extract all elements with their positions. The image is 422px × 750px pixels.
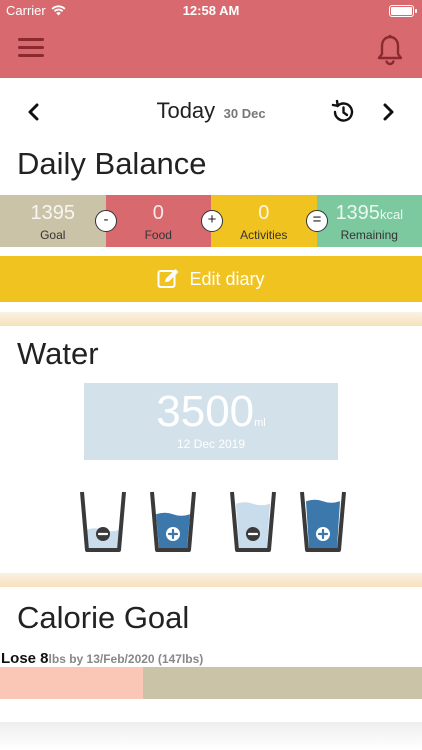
- date-today: Today: [156, 98, 216, 123]
- remaining-label: Remaining: [340, 228, 398, 242]
- status-time: 12:58 AM: [182, 3, 240, 18]
- balance-goal[interactable]: 1395 Goal: [0, 195, 106, 247]
- water-amount: 3500ml: [84, 387, 338, 437]
- section-divider: [0, 573, 422, 587]
- balance-activities[interactable]: 0 Activities: [211, 195, 317, 247]
- balance-row: 1395 Goal 0 Food 0 Activities 1395kcal R…: [0, 195, 422, 247]
- activities-value: 0: [258, 202, 270, 224]
- goal-progress-fill: [0, 667, 144, 699]
- plus-operator-icon: +: [201, 210, 223, 232]
- goal-value: 1395: [30, 202, 76, 224]
- water-unit: ml: [254, 417, 266, 429]
- date-label: Today 30 Dec: [0, 98, 422, 124]
- hamburger-menu-icon[interactable]: [18, 38, 44, 62]
- section-divider: [0, 312, 422, 326]
- balance-food[interactable]: 0 Food: [105, 195, 211, 247]
- goal-summary: Lose 8lbs by 13/Feb/2020 (147lbs): [1, 650, 203, 667]
- water-date: 12 Dec 2019: [176, 437, 246, 451]
- food-value: 0: [152, 202, 164, 224]
- water-display: 3500ml 12 Dec 2019: [84, 383, 338, 460]
- goal-lose-amount: Lose 8: [1, 650, 49, 667]
- goal-progress-bar: [0, 667, 422, 699]
- calorie-goal-title: Calorie Goal: [17, 600, 190, 635]
- goal-label: Goal: [40, 228, 66, 242]
- battery-icon: [389, 5, 417, 17]
- minus-operator-icon: -: [95, 210, 117, 232]
- chevron-right-icon[interactable]: [374, 98, 402, 126]
- water-amount-value: 3500: [156, 387, 255, 436]
- app-header: [0, 22, 422, 78]
- remaining-unit: kcal: [379, 207, 404, 222]
- food-label: Food: [144, 228, 172, 242]
- edit-icon: [157, 269, 179, 288]
- status-bar: Carrier 12:58 AM: [0, 0, 422, 22]
- remaining-number: 1395: [335, 202, 380, 224]
- water-glass-3[interactable]: [228, 490, 278, 553]
- bottom-shadow: [0, 722, 422, 750]
- date-value: 30 Dec: [223, 106, 266, 121]
- remaining-value: 1395kcal: [317, 202, 422, 225]
- edit-diary-label: Edit diary: [189, 268, 265, 289]
- daily-balance-title: Daily Balance: [17, 146, 207, 181]
- water-fill: [236, 502, 270, 548]
- water-glass-4[interactable]: [298, 490, 348, 553]
- water-glass-1[interactable]: [78, 490, 128, 553]
- history-icon[interactable]: [330, 99, 356, 125]
- bell-icon[interactable]: [376, 34, 404, 66]
- edit-diary-button[interactable]: Edit diary: [0, 256, 422, 302]
- date-navigator: Today 30 Dec: [0, 92, 422, 132]
- goal-detail: lbs by 13/Feb/2020 (147lbs): [48, 652, 204, 666]
- balance-remaining[interactable]: 1395kcal Remaining: [316, 195, 422, 247]
- water-title: Water: [17, 336, 99, 371]
- equals-operator-icon: =: [306, 210, 328, 232]
- water-glass-2[interactable]: [148, 490, 198, 553]
- activities-label: Activities: [240, 228, 288, 242]
